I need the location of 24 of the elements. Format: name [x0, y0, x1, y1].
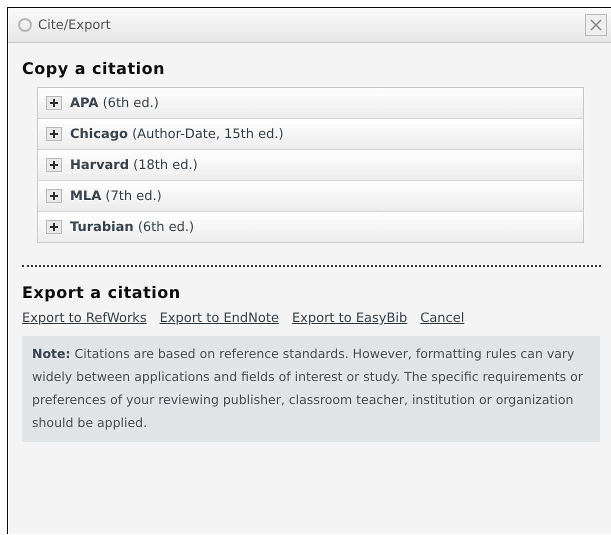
export-link[interactable]: Export to EasyBib — [292, 311, 408, 326]
citation-style-row[interactable]: MLA (7th ed.) — [38, 180, 583, 211]
plus-icon[interactable] — [46, 220, 62, 234]
section-heading: Export a citation — [22, 283, 182, 302]
plus-icon[interactable] — [46, 96, 62, 110]
export-link[interactable]: Cancel — [420, 311, 464, 326]
close-icon[interactable] — [590, 19, 602, 31]
close-button[interactable] — [585, 14, 607, 36]
citation-style-label: Turabian (6th ed.) — [70, 220, 194, 234]
section-heading: Copy a citation — [22, 59, 166, 78]
window-title: Cite/Export — [38, 18, 112, 32]
export-link[interactable]: Export to RefWorks — [22, 311, 147, 326]
citation-style-label: APA (6th ed.) — [70, 96, 159, 110]
citation-style-row[interactable]: Harvard (18th ed.) — [38, 149, 583, 180]
citation-style-label: Chicago (Author-Date, 15th ed.) — [70, 126, 284, 142]
citation-style-row[interactable]: Turabian (6th ed.) — [38, 211, 583, 242]
citation-style-label: MLA (7th ed.) — [70, 188, 162, 204]
plus-icon[interactable] — [46, 189, 62, 203]
export-link[interactable]: Export to EndNote — [160, 311, 279, 326]
citation-style-label: Harvard (18th ed.) — [70, 158, 198, 172]
note-text: Note: Citations are based on reference standards. However, formatting rules can vary widely between applications and fields of interest or study. The specific requirements or preferences of your reviewing publisher, classroom teacher, institution or organization should be applied. — [22, 336, 600, 442]
plus-icon[interactable] — [46, 158, 62, 172]
plus-icon[interactable] — [46, 127, 62, 141]
citation-style-row[interactable]: Chicago (Author-Date, 15th ed.) — [38, 118, 583, 149]
